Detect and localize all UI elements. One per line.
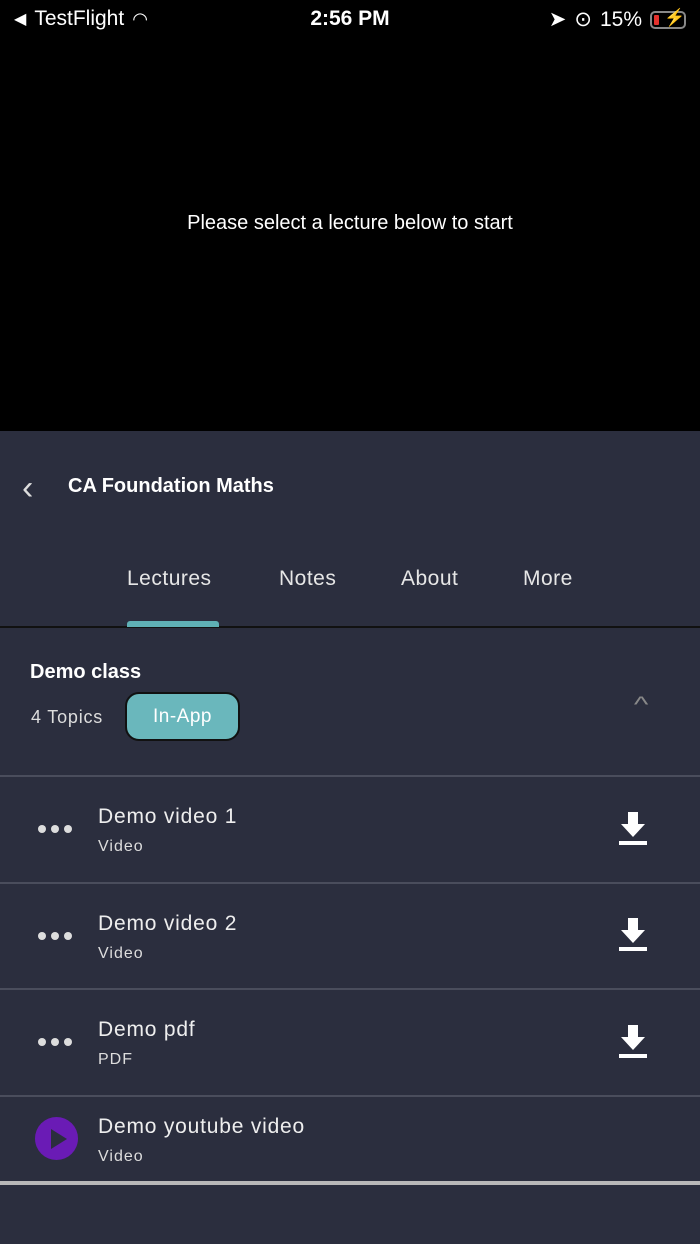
lecture-row[interactable]: Demo video 2 Video — [0, 884, 700, 990]
section-title: Demo class — [30, 661, 142, 683]
lecture-row[interactable]: Demo video 1 Video — [0, 777, 700, 884]
active-tab-indicator — [127, 621, 219, 627]
course-header: ‹ CA Foundation Maths — [0, 431, 700, 541]
lecture-name: Demo youtube video — [98, 1115, 306, 1138]
collapse-chevron-icon[interactable]: ^ — [634, 692, 648, 718]
lecture-type: Video — [98, 1148, 144, 1165]
topics-count: 4 Topics — [31, 707, 104, 727]
list-end-divider — [0, 1181, 700, 1185]
in-app-badge: In-App — [125, 692, 240, 741]
download-icon[interactable] — [619, 918, 647, 952]
status-bar: ◀ TestFlight ◠ 2:56 PM ➤ ⊙ 15% ⚡ — [0, 0, 700, 40]
battery-icon: ⚡ — [650, 8, 686, 29]
tab-bar: Lectures Notes About More — [0, 541, 700, 628]
tab-about[interactable]: About — [401, 567, 458, 591]
lecture-type: PDF — [98, 1051, 133, 1068]
more-dots-icon[interactable] — [38, 932, 72, 940]
lecture-name: Demo video 2 — [98, 912, 238, 935]
lecture-type: Video — [98, 945, 144, 962]
tab-notes[interactable]: Notes — [279, 567, 336, 591]
lecture-name: Demo video 1 — [98, 805, 238, 828]
video-player[interactable]: Please select a lecture below to start — [0, 40, 700, 431]
rotation-lock-icon: ⊙ — [574, 8, 592, 31]
lecture-name: Demo pdf — [98, 1018, 196, 1041]
tab-lectures[interactable]: Lectures — [127, 567, 212, 591]
lecture-row[interactable]: Demo pdf PDF — [0, 990, 700, 1097]
player-message: Please select a lecture below to start — [187, 212, 513, 234]
download-icon[interactable] — [619, 1025, 647, 1059]
lecture-type: Video — [98, 838, 144, 855]
course-title: CA Foundation Maths — [68, 475, 274, 497]
more-dots-icon[interactable] — [38, 825, 72, 833]
back-chevron-icon[interactable]: ‹ — [22, 469, 33, 508]
battery-percent: 15% — [599, 7, 642, 31]
section-header[interactable]: Demo class 4 Topics In-App ^ — [0, 628, 700, 777]
tab-more[interactable]: More — [523, 567, 573, 591]
more-dots-icon[interactable] — [38, 1038, 72, 1046]
play-icon[interactable] — [35, 1117, 78, 1160]
download-icon[interactable] — [619, 812, 647, 846]
lecture-row[interactable]: Demo youtube video Video — [0, 1097, 700, 1181]
location-icon: ➤ — [548, 8, 567, 31]
